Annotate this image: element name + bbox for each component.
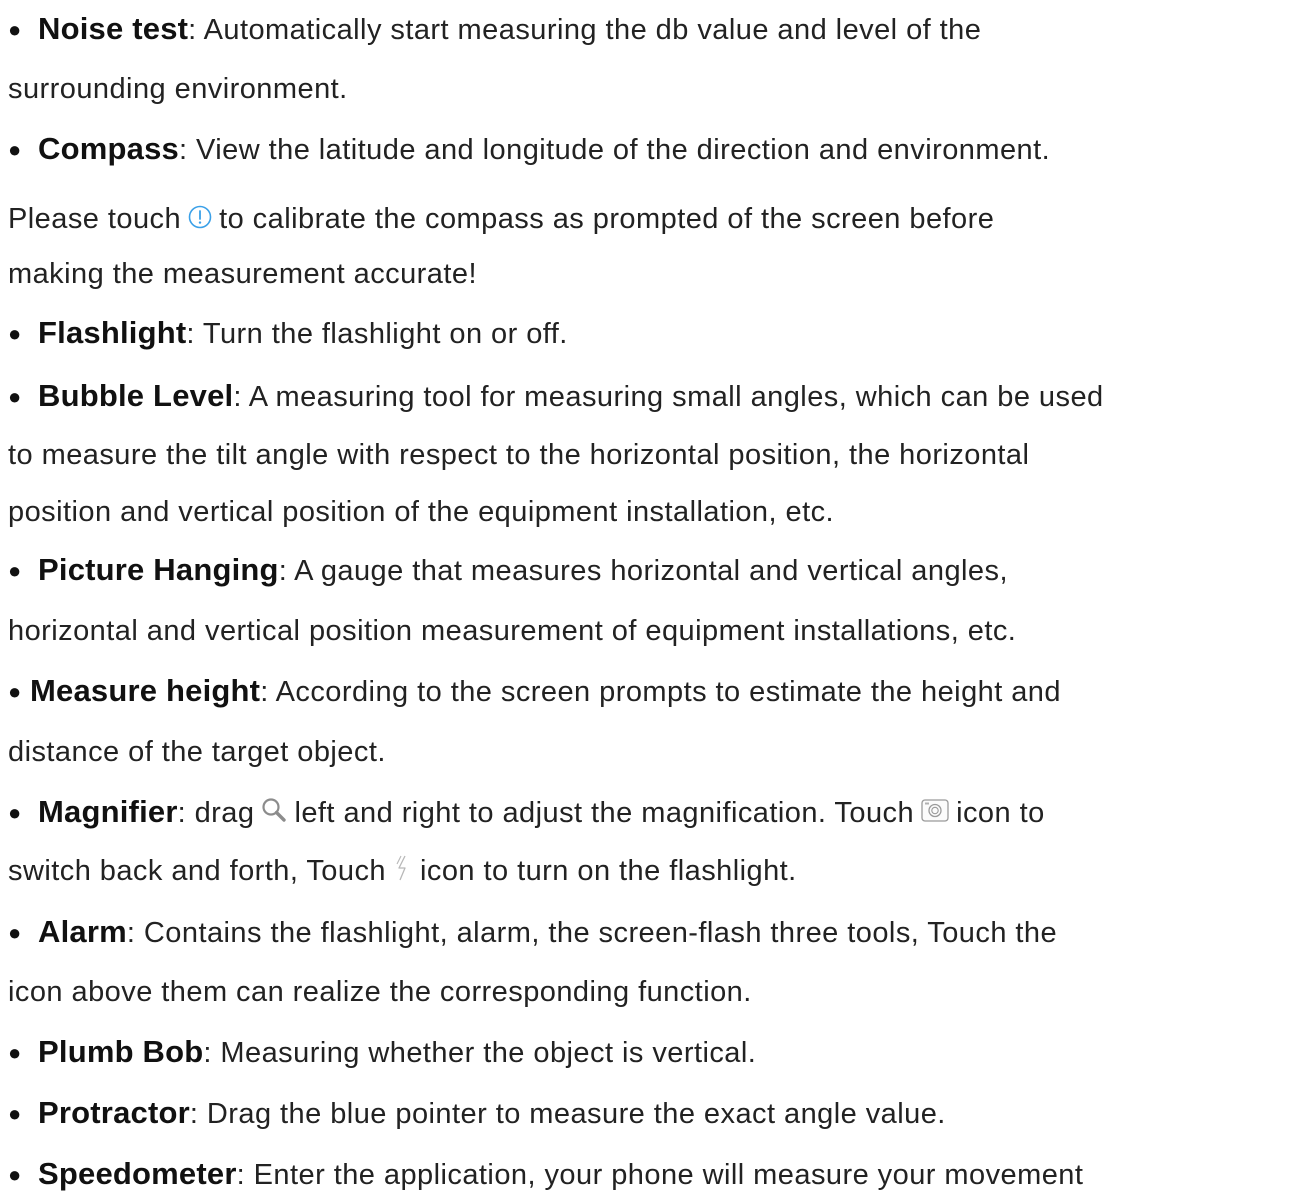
bubble-level-desc-end: position and vertical position of the eq… <box>8 496 835 528</box>
alarm-line-1: ● Alarm: Contains the flashlight, alarm, … <box>8 914 1057 951</box>
compass-touch-text: Please touch <box>8 203 182 235</box>
measure-height-line-1: ● Measure height: According to the screen… <box>8 673 1061 710</box>
flashlight-term: Flashlight <box>38 315 187 350</box>
compass-line-3: making the measurement accurate! <box>8 256 477 292</box>
magnifier-drag-text: : drag <box>177 797 255 829</box>
plumb-bob-line-1: ● Plumb Bob: Measuring whether the object… <box>8 1034 756 1071</box>
bullet: ● <box>8 558 22 583</box>
alarm-line-2: icon above them can realize the correspo… <box>8 974 752 1010</box>
magnifier-line-2: switch back and forth, Touch icon to turn… <box>8 853 797 889</box>
flash-icon <box>392 854 414 882</box>
magnifier-adjust-text: left and right to adjust the magnificati… <box>294 797 915 829</box>
measure-height-desc: : According to the screen prompts to est… <box>260 676 1061 708</box>
compass-term: Compass <box>38 131 179 166</box>
noise-test-desc-cont: surrounding environment. <box>8 73 348 105</box>
picture-hanging-line-2: horizontal and vertical position measure… <box>8 613 1016 649</box>
flashlight-desc: : Turn the flashlight on or off. <box>186 318 568 350</box>
compass-line-2: Please touch to calibrate the compass as … <box>8 201 994 237</box>
magnifier-flashlight-text: icon to turn on the flashlight. <box>420 855 797 887</box>
picture-hanging-line-1: ● Picture Hanging: A gauge that measures … <box>8 552 1008 589</box>
bullet: ● <box>8 17 22 42</box>
magnifier-line-1: ● Magnifier: drag left and right to adjust… <box>8 794 1045 831</box>
protractor-line-1: ● Protractor: Drag the blue pointer to me… <box>8 1095 946 1132</box>
protractor-desc: : Drag the blue pointer to measure the e… <box>189 1098 946 1130</box>
speedometer-desc: : Enter the application, your phone will… <box>236 1159 1084 1191</box>
bullet: ● <box>8 800 22 825</box>
noise-test-line-2: surrounding environment. <box>8 71 348 107</box>
info-circle-icon <box>187 204 213 230</box>
alarm-desc-cont: icon above them can realize the correspo… <box>8 976 752 1008</box>
bubble-level-desc: : A measuring tool for measuring small a… <box>233 381 1104 413</box>
bullet: ● <box>8 321 22 346</box>
picture-hanging-desc: : A gauge that measures horizontal and v… <box>278 555 1008 587</box>
alarm-term: Alarm <box>38 914 127 949</box>
compass-desc-end: making the measurement accurate! <box>8 258 477 290</box>
magnifier-term: Magnifier <box>38 794 178 829</box>
camera-switch-icon <box>920 796 950 824</box>
bullet: ● <box>8 1162 22 1187</box>
compass-calibrate-text: to calibrate the compass as prompted of … <box>219 203 995 235</box>
bullet: ● <box>8 384 22 409</box>
plumb-bob-term: Plumb Bob <box>38 1034 204 1069</box>
measure-height-term: Measure height <box>30 673 261 708</box>
compass-desc: : View the latitude and longitude of the… <box>178 134 1051 166</box>
search-icon <box>260 796 288 824</box>
picture-hanging-desc-cont: horizontal and vertical position measure… <box>8 615 1017 647</box>
magnifier-icon-to-text: icon to <box>956 797 1045 829</box>
alarm-desc: : Contains the flashlight, alarm, the sc… <box>126 917 1058 949</box>
bubble-level-desc-cont: to measure the tilt angle with respect t… <box>8 439 1030 471</box>
plumb-bob-desc: : Measuring whether the object is vertic… <box>203 1037 757 1069</box>
flashlight-line-1: ● Flashlight: Turn the flashlight on or o… <box>8 315 568 352</box>
bubble-level-line-1: ● Bubble Level: A measuring tool for meas… <box>8 378 1104 415</box>
measure-height-desc-cont: distance of the target object. <box>8 736 386 768</box>
protractor-term: Protractor <box>38 1095 190 1130</box>
noise-test-term: Noise test <box>38 11 189 46</box>
picture-hanging-term: Picture Hanging <box>38 552 279 587</box>
compass-line-1: ● Compass: View the latitude and longitud… <box>8 131 1050 168</box>
measure-height-line-2: distance of the target object. <box>8 734 386 770</box>
speedometer-term: Speedometer <box>38 1156 237 1191</box>
bubble-level-line-3: position and vertical position of the eq… <box>8 494 834 530</box>
bubble-level-line-2: to measure the tilt angle with respect t… <box>8 437 1029 473</box>
magnifier-switch-text: switch back and forth, Touch <box>8 855 386 887</box>
bullet: ● <box>8 1040 22 1065</box>
bubble-level-term: Bubble Level <box>38 378 234 413</box>
bullet: ● <box>8 1101 22 1126</box>
bullet: ● <box>8 137 22 162</box>
speedometer-line-1: ● Speedometer: Enter the application, you… <box>8 1156 1083 1193</box>
noise-test-line-1: ● Noise test: Automatically start measuri… <box>8 11 981 48</box>
bullet: ● <box>8 679 22 704</box>
noise-test-desc: : Automatically start measuring the db v… <box>188 14 982 46</box>
bullet: ● <box>8 920 22 945</box>
